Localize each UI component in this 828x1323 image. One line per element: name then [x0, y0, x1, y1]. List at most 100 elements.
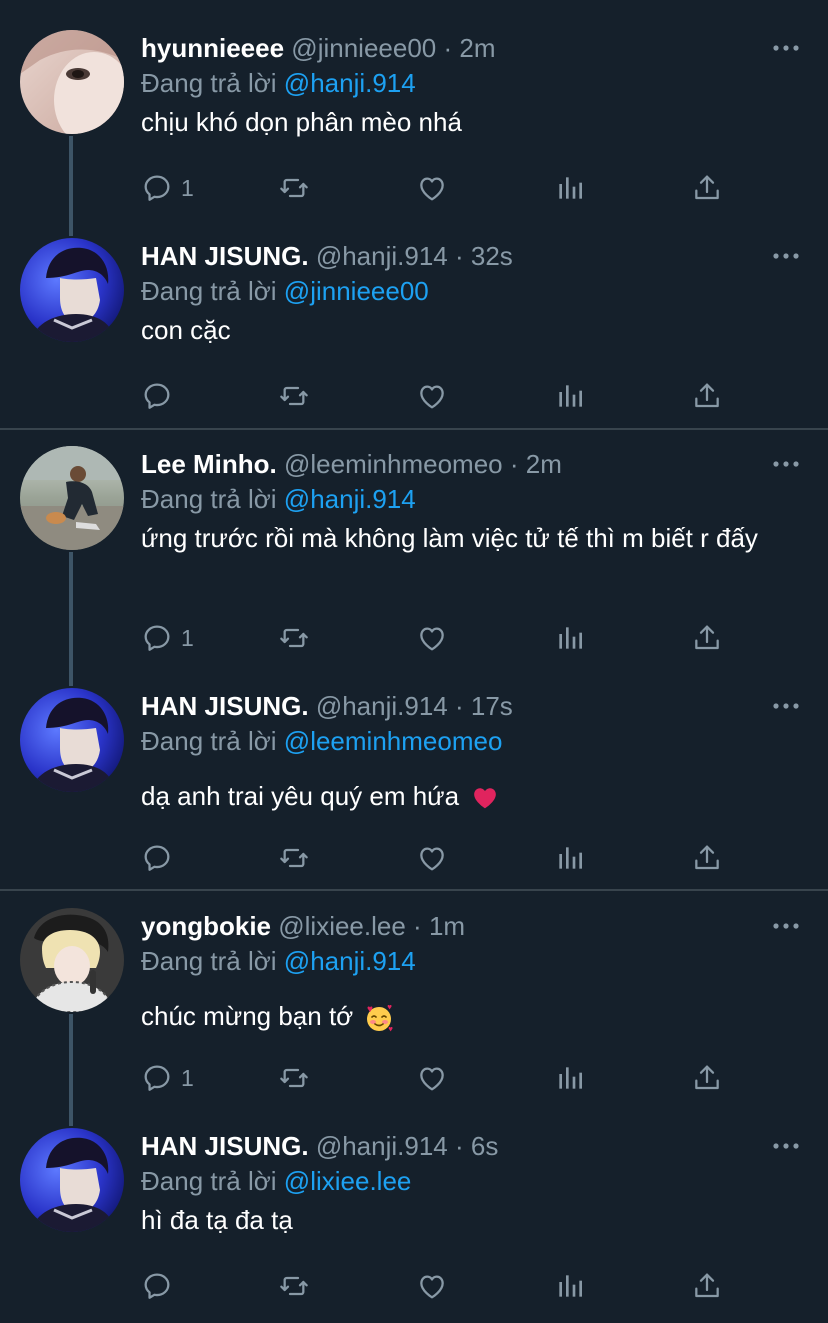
reply-icon	[141, 842, 173, 874]
timestamp[interactable]: 17s	[471, 691, 513, 721]
more-options-icon[interactable]	[772, 1134, 800, 1158]
more-options-icon[interactable]	[772, 694, 800, 718]
username[interactable]: @leeminhmeomeo	[284, 449, 503, 479]
retweet-button[interactable]	[278, 168, 310, 208]
like-button[interactable]	[416, 1058, 448, 1098]
tweet-actions: 1	[141, 1058, 731, 1098]
analytics-icon	[554, 1270, 586, 1302]
username[interactable]: @hanji.914	[316, 1131, 448, 1161]
display-name[interactable]: Lee Minho.	[141, 449, 277, 479]
timestamp[interactable]: 6s	[471, 1131, 498, 1161]
analytics-button[interactable]	[554, 376, 586, 416]
mention-link[interactable]: @hanji.914	[284, 946, 416, 976]
tweet-header: hyunnieeee @jinnieee00 · 2m	[141, 30, 496, 66]
timestamp[interactable]: 32s	[471, 241, 513, 271]
analytics-button[interactable]	[554, 1058, 586, 1098]
display-name[interactable]: hyunnieeee	[141, 33, 284, 63]
like-button[interactable]	[416, 618, 448, 658]
like-button[interactable]	[416, 1266, 448, 1306]
reply-button[interactable]: 1	[141, 1058, 194, 1098]
share-icon	[691, 1270, 723, 1302]
replying-to-label: Đang trả lời	[141, 1166, 277, 1196]
tweet[interactable]: HAN JISUNG. @hanji.914 · 32s Đang trả lờ…	[0, 238, 828, 428]
username[interactable]: @jinnieee00	[291, 33, 436, 63]
avatar[interactable]	[20, 1128, 124, 1232]
analytics-button[interactable]	[554, 168, 586, 208]
timestamp[interactable]: 2m	[459, 33, 495, 63]
share-button[interactable]	[691, 168, 723, 208]
avatar[interactable]	[20, 688, 124, 792]
tweet-actions	[141, 376, 731, 416]
replying-to-label: Đang trả lời	[141, 484, 277, 514]
share-icon	[691, 380, 723, 412]
tweet-text: ứng trước rồi mà không làm việc tử tế th…	[141, 523, 758, 553]
analytics-button[interactable]	[554, 618, 586, 658]
tweet-actions: 1	[141, 618, 731, 658]
tweet[interactable]: HAN JISUNG. @hanji.914 · 6s Đang trả lời…	[0, 1128, 828, 1318]
retweet-button[interactable]	[278, 1058, 310, 1098]
retweet-button[interactable]	[278, 618, 310, 658]
retweet-button[interactable]	[278, 1266, 310, 1306]
tweet-text: hì đa tạ đa tạ	[141, 1205, 293, 1235]
retweet-button[interactable]	[278, 376, 310, 416]
more-options-icon[interactable]	[772, 36, 800, 60]
tweet[interactable]: hyunnieeee @jinnieee00 · 2m Đang trả lời…	[0, 30, 828, 220]
share-icon	[691, 842, 723, 874]
share-button[interactable]	[691, 1058, 723, 1098]
mention-link[interactable]: @jinnieee00	[284, 276, 429, 306]
avatar[interactable]	[20, 238, 124, 342]
mention-link[interactable]: @hanji.914	[284, 68, 416, 98]
reply-icon	[141, 1270, 173, 1302]
reply-button[interactable]: 1	[141, 168, 194, 208]
separator-dot: ·	[443, 33, 453, 63]
analytics-button[interactable]	[554, 1266, 586, 1306]
like-button[interactable]	[416, 838, 448, 878]
replying-to-label: Đang trả lời	[141, 726, 277, 756]
replying-to: Đang trả lời @hanji.914	[141, 482, 416, 516]
reply-button[interactable]: 1	[141, 618, 194, 658]
avatar-lee-minho-icon	[20, 446, 124, 550]
retweet-button[interactable]	[278, 838, 310, 878]
display-name[interactable]: HAN JISUNG.	[141, 691, 309, 721]
avatar[interactable]	[20, 30, 124, 134]
reply-count: 1	[181, 1064, 194, 1091]
avatar[interactable]	[20, 908, 124, 1012]
username[interactable]: @lixiee.lee	[278, 911, 406, 941]
analytics-button[interactable]	[554, 838, 586, 878]
reply-button[interactable]	[141, 1266, 181, 1306]
reply-button[interactable]	[141, 376, 181, 416]
mention-link[interactable]: @lixiee.lee	[284, 1166, 412, 1196]
share-button[interactable]	[691, 376, 723, 416]
username[interactable]: @hanji.914	[316, 241, 448, 271]
share-button[interactable]	[691, 618, 723, 658]
avatar[interactable]	[20, 446, 124, 550]
tweet[interactable]: Lee Minho. @leeminhmeomeo · 2m Đang trả …	[0, 446, 828, 671]
retweet-icon	[278, 1270, 310, 1302]
tweet[interactable]: HAN JISUNG. @hanji.914 · 17s Đang trả lờ…	[0, 688, 828, 888]
username[interactable]: @hanji.914	[316, 691, 448, 721]
reply-button[interactable]	[141, 838, 181, 878]
timestamp[interactable]: 2m	[526, 449, 562, 479]
timestamp[interactable]: 1m	[429, 911, 465, 941]
more-options-icon[interactable]	[772, 244, 800, 268]
like-icon	[416, 1270, 448, 1302]
replying-to: Đang trả lời @hanji.914	[141, 66, 416, 100]
reply-icon	[141, 380, 173, 412]
mention-link[interactable]: @leeminhmeomeo	[284, 726, 503, 756]
like-button[interactable]	[416, 376, 448, 416]
display-name[interactable]: HAN JISUNG.	[141, 1131, 309, 1161]
more-options-icon[interactable]	[772, 914, 800, 938]
replying-to: Đang trả lời @jinnieee00	[141, 274, 429, 308]
share-icon	[691, 1062, 723, 1094]
more-options-icon[interactable]	[772, 452, 800, 476]
display-name[interactable]: HAN JISUNG.	[141, 241, 309, 271]
tweet[interactable]: yongbokie @lixiee.lee · 1m Đang trả lời …	[0, 908, 828, 1108]
share-button[interactable]	[691, 838, 723, 878]
analytics-icon	[554, 622, 586, 654]
share-button[interactable]	[691, 1266, 723, 1306]
mention-link[interactable]: @hanji.914	[284, 484, 416, 514]
like-button[interactable]	[416, 168, 448, 208]
display-name[interactable]: yongbokie	[141, 911, 271, 941]
reply-icon	[141, 1062, 173, 1094]
tweet-header: Lee Minho. @leeminhmeomeo · 2m	[141, 446, 562, 482]
